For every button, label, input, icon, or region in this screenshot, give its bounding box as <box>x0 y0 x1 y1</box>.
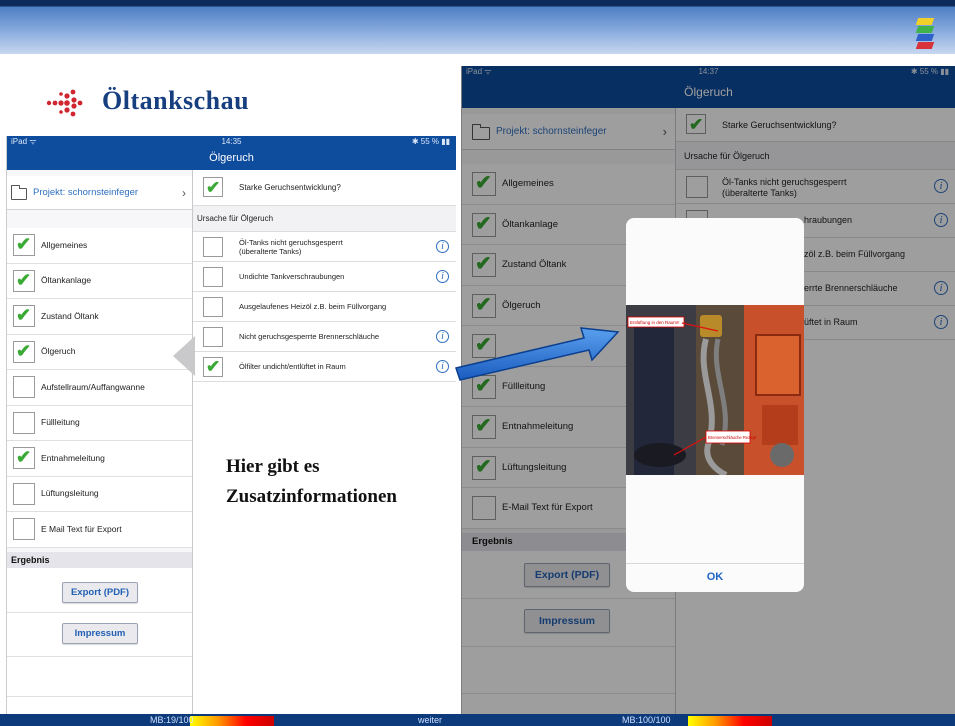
cause-row[interactable]: ✔ Ölfilter undicht/entlüftet in Raum i <box>193 352 456 382</box>
photo-caption-2: Brennerschläuche Rezept <box>708 435 757 440</box>
footer-left-text: MB:19/100 <box>150 715 194 725</box>
detail-panel: ✔ Starke Geruchsentwicklung? Ursache für… <box>193 170 456 714</box>
burner-photo: Entlüftung in den Raum!! Brennerschläuch… <box>626 305 804 475</box>
info-icon[interactable]: i <box>436 270 449 283</box>
cause-label-line-2: (überalterte Tanks) <box>239 247 302 256</box>
ok-button[interactable]: OK <box>626 563 804 592</box>
cause-row[interactable]: Ausgelaufenes Heizöl z.B. beim Füllvorga… <box>193 292 456 322</box>
export-pdf-button[interactable]: Export (PDF) <box>62 582 138 603</box>
question-row[interactable]: ✔ Starke Geruchsentwicklung? <box>193 170 456 206</box>
clock: 14:35 <box>221 137 242 146</box>
cause-label: Nicht geruchsgesperrte Brennerschläuche <box>239 332 380 341</box>
project-label: Projekt: schornsteinfeger <box>33 187 139 198</box>
divider <box>7 696 192 697</box>
item-checkbox[interactable] <box>13 411 35 434</box>
footer-right-text[interactable]: weiter <box>418 715 442 725</box>
sidebar-item[interactable]: ✔ Ölgeruch <box>7 334 192 370</box>
item-checkbox[interactable] <box>203 327 223 347</box>
item-checkbox[interactable]: ✔ <box>13 234 35 256</box>
sidebar-item-label: Lüftungsleitung <box>41 488 99 499</box>
logo-text: Öltankschau <box>102 86 250 115</box>
sidebar-item-label: Öltankanlage <box>41 275 92 286</box>
item-checkbox[interactable] <box>203 267 223 287</box>
item-checkbox[interactable] <box>203 297 223 317</box>
item-checkbox[interactable] <box>13 376 35 398</box>
sidebar-item[interactable]: Füllleitung <box>7 405 192 441</box>
sidebar-item-label: Entnahmeleitung <box>41 452 105 463</box>
cause-label: Undichte Tankverschraubungen <box>239 272 345 281</box>
cause-label-line-1: Öl-Tanks nicht geruchsgesperrt <box>239 238 343 247</box>
sidebar-item[interactable]: Lüftungsleitung <box>7 476 192 512</box>
sidebar-item-label: Ölgeruch <box>41 346 76 357</box>
cause-row[interactable]: Undichte Tankverschraubungen i <box>193 262 456 292</box>
annotation-line-2: Zusatzinformationen <box>226 486 397 507</box>
sidebar-item-label: Aufstellraum/Auffangwanne <box>41 381 145 392</box>
sidebar-item-label: Zustand Öltank <box>41 310 99 321</box>
slide: Öltankschau iPad ᯤ 14:35 ✱ 55 % ▮▮ Ölger… <box>0 0 955 726</box>
status-bar: iPad ᯤ 14:35 ✱ 55 % ▮▮ <box>7 136 456 148</box>
sidebar-item[interactable]: ✔ Entnahmeleitung <box>7 441 192 477</box>
info-icon[interactable]: i <box>436 240 449 253</box>
item-checkbox[interactable]: ✔ <box>13 269 35 292</box>
slide-header-band <box>0 0 955 54</box>
sidebar-item[interactable]: E Mail Text für Export <box>7 512 192 548</box>
folder-icon <box>11 185 27 200</box>
cause-section-label: Ursache für Ölgeruch <box>193 206 456 232</box>
item-checkbox[interactable] <box>203 237 223 257</box>
checkmark-icon: ✔ <box>16 305 32 325</box>
cause-label: Ölfilter undicht/entlüftet in Raum <box>239 362 346 371</box>
impressum-button[interactable]: Impressum <box>62 623 138 644</box>
oeltankschau-logo: Öltankschau <box>46 82 306 126</box>
image-dialog: Entlüftung in den Raum!! Brennerschläuch… <box>626 218 804 592</box>
question-label: Starke Geruchsentwicklung? <box>239 183 341 192</box>
ipad-screen-left: iPad ᯤ 14:35 ✱ 55 % ▮▮ Ölgeruch Projekt:… <box>6 136 456 714</box>
annotation-text: Hier gibt es Zusatzinformationen <box>226 452 456 512</box>
checkmark-icon: ✔ <box>206 178 221 197</box>
item-checkbox[interactable]: ✔ <box>13 305 35 327</box>
sidebar-item-label: Allgemeines <box>41 239 88 250</box>
checkmark-icon: ✔ <box>16 234 32 254</box>
nav-title: Ölgeruch <box>209 152 254 164</box>
corner-logo-icon <box>915 18 935 49</box>
result-section-label: Ergebnis <box>7 552 192 568</box>
sidebar-item[interactable]: ✔ Öltankanlage <box>7 263 192 299</box>
cause-row[interactable]: Öl-Tanks nicht geruchsgesperrt (überalter… <box>193 232 456 262</box>
cause-row[interactable]: Nicht geruchsgesperrte Brennerschläuche i <box>193 322 456 352</box>
nav-bar: Ölgeruch <box>7 148 456 170</box>
progress-gauge-left <box>190 716 274 726</box>
project-selector[interactable]: Projekt: schornsteinfeger › <box>7 176 192 210</box>
item-checkbox[interactable] <box>13 518 35 540</box>
sidebar: Projekt: schornsteinfeger › ✔ Allgemeines… <box>7 170 193 714</box>
sidebar-item-label: E Mail Text für Export <box>41 523 122 534</box>
sidebar-item[interactable]: Aufstellraum/Auffangwanne <box>7 370 192 406</box>
divider <box>7 656 192 657</box>
item-checkbox[interactable]: ✔ <box>13 340 35 363</box>
item-checkbox[interactable] <box>13 482 35 505</box>
checkmark-icon: ✔ <box>206 357 221 376</box>
divider <box>7 612 192 613</box>
battery-indicator: ✱ 55 % ▮▮ <box>411 137 450 146</box>
sidebar-item[interactable]: ✔ Allgemeines <box>7 228 192 264</box>
footer-left-text-2: MB:100/100 <box>622 715 671 725</box>
question-checkbox[interactable]: ✔ <box>203 177 223 197</box>
blue-arrow-icon <box>455 327 620 381</box>
sidebar-item[interactable]: ✔ Zustand Öltank <box>7 299 192 335</box>
selection-pointer <box>173 336 195 376</box>
info-icon[interactable]: i <box>436 330 449 343</box>
annotation-line-1: Hier gibt es <box>226 456 320 477</box>
photo-caption-1: Entlüftung in den Raum!! <box>630 320 680 325</box>
sidebar-item-label: Füllleitung <box>41 417 80 428</box>
burner-photo-illustration: Entlüftung in den Raum!! Brennerschläuch… <box>626 305 804 475</box>
logo-dots-icon <box>46 89 83 117</box>
checkmark-icon: ✔ <box>16 269 32 290</box>
item-checkbox[interactable]: ✔ <box>13 447 35 469</box>
chevron-right-icon: › <box>182 186 186 200</box>
slide-footer-band <box>0 714 955 726</box>
cause-label: Ausgelaufenes Heizöl z.B. beim Füllvorga… <box>239 302 387 311</box>
item-checkbox[interactable]: ✔ <box>203 357 223 377</box>
progress-gauge-right <box>688 716 772 726</box>
checkmark-icon: ✔ <box>16 340 32 361</box>
info-icon[interactable]: i <box>436 360 449 373</box>
checkmark-icon: ✔ <box>16 447 32 467</box>
